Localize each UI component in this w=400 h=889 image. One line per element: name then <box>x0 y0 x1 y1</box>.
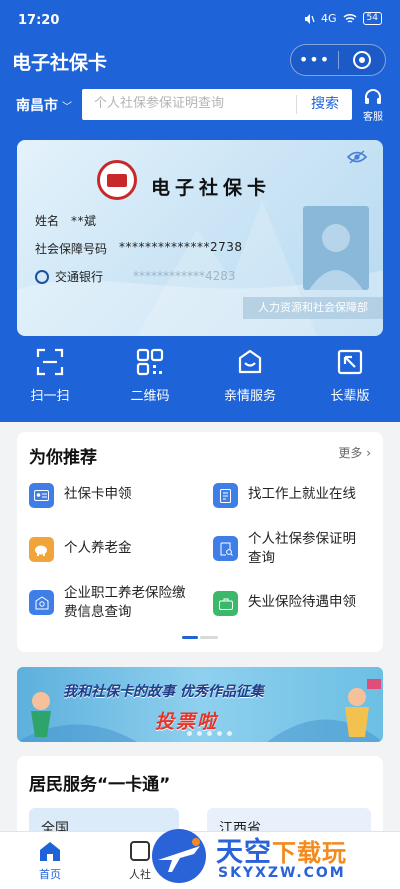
scan-button[interactable]: 扫一扫 <box>0 348 100 404</box>
qrcode-icon <box>136 348 164 376</box>
hero-header: 17:20 4G 54 电子社保卡 ••• 南昌市 ﹀ 搜索 <box>0 0 400 422</box>
eye-icon[interactable] <box>347 150 367 164</box>
page-title: 电子社保卡 <box>12 52 108 74</box>
name-value: **斌 <box>71 214 97 228</box>
recommend-item-label: 个人养老金 <box>64 540 132 556</box>
pension-search-icon <box>29 590 54 615</box>
chevron-down-icon: ﹀ <box>62 101 72 113</box>
card-issuer: 人力资源和社会保障部 <box>243 297 383 319</box>
qrcode-label: 二维码 <box>130 389 170 404</box>
scan-icon <box>36 348 64 376</box>
recommend-title: 为你推荐 <box>29 448 97 468</box>
wifi-icon <box>343 13 357 23</box>
page-indicator <box>182 636 218 639</box>
miniapp-capsule: ••• <box>290 44 386 76</box>
document-icon <box>213 483 238 508</box>
bank-label: 交通银行 <box>55 270 104 284</box>
page-indicator-inactive <box>200 636 218 639</box>
recommend-item-label: 失业保险待遇申领 <box>248 594 356 610</box>
qrcode-button[interactable]: 二维码 <box>100 348 200 404</box>
search-input[interactable] <box>94 96 294 111</box>
family-service-icon <box>238 349 262 374</box>
search-box: 搜索 <box>82 89 352 120</box>
search-divider <box>296 95 297 114</box>
resident-services-title: 居民服务“一卡通” <box>29 775 171 795</box>
family-service-button[interactable]: 亲情服务 <box>200 348 300 404</box>
name-label: 姓名 <box>35 214 60 228</box>
promo-banner[interactable]: 我和社保卡的故事 优秀作品征集 投票啦 <box>17 667 383 742</box>
card-name-row: 姓名 **斌 <box>35 212 97 229</box>
recommend-item[interactable]: 个人社保参保证明查询 <box>213 530 368 568</box>
recommend-item-label: 找工作上就业在线 <box>248 486 356 502</box>
social-security-card[interactable]: 电子社保卡 姓名 **斌 社会保障号码 **************2738 交… <box>17 140 383 336</box>
elder-mode-button[interactable]: 长辈版 <box>300 348 400 404</box>
target-icon <box>352 51 371 69</box>
recommend-more-link[interactable]: 更多 › <box>338 444 371 461</box>
city-label: 南昌市 <box>16 98 58 114</box>
watermark-url: SKYXZW.COM <box>218 865 346 881</box>
mute-icon <box>305 13 315 24</box>
city-selector[interactable]: 南昌市 ﹀ <box>16 95 72 115</box>
recommend-item-label: 社保卡申领 <box>64 486 132 502</box>
battery-icon: 54 <box>362 12 382 25</box>
customer-service-label: 客服 <box>363 112 383 123</box>
bank-number: ************4283 <box>133 269 236 283</box>
banner-indicator <box>187 731 232 736</box>
recommend-item[interactable]: 企业职工养老保险缴费信息查询 <box>29 584 197 622</box>
tab-home-label: 首页 <box>39 868 61 881</box>
hrss-icon <box>130 841 150 861</box>
status-bar: 17:20 4G 54 <box>0 0 400 40</box>
airplane-logo-icon <box>152 829 206 883</box>
card-bank-row: 交通银行 <box>35 268 103 285</box>
elder-mode-label: 长辈版 <box>330 389 370 404</box>
tab-home[interactable]: 首页 <box>15 840 85 882</box>
page-indicator-active <box>182 636 198 639</box>
family-service-label: 亲情服务 <box>223 389 276 404</box>
bank-logo-icon <box>35 269 49 284</box>
national-emblem-icon <box>97 160 137 200</box>
headset-icon <box>365 89 381 104</box>
customer-service-button[interactable]: 客服 <box>360 88 386 123</box>
id-value: **************2738 <box>119 240 243 254</box>
recommend-item[interactable]: 失业保险待遇申领 <box>213 591 378 616</box>
close-miniapp-button[interactable] <box>339 51 385 69</box>
card-id-row: 社会保障号码 **************2738 <box>35 240 243 257</box>
title-bar: 电子社保卡 ••• <box>0 44 400 76</box>
certificate-search-icon <box>213 536 238 561</box>
status-icons: 4G 54 <box>303 12 382 25</box>
tab-hrss-label: 人社 <box>129 868 151 881</box>
elder-mode-icon <box>337 349 363 375</box>
home-icon <box>40 842 60 861</box>
site-watermark: 天空下载玩 SKYXZW.COM <box>150 822 400 889</box>
recommend-item[interactable]: 个人养老金 <box>29 537 189 562</box>
recommend-item[interactable]: 找工作上就业在线 <box>213 483 378 508</box>
search-button[interactable]: 搜索 <box>298 89 352 120</box>
quick-actions: 扫一扫 二维码 亲情服务 长辈版 <box>0 348 400 404</box>
recommend-item-label: 企业职工养老保险缴费信息查询 <box>64 585 186 620</box>
id-label: 社会保障号码 <box>35 242 108 256</box>
recommend-panel: 为你推荐 更多 › 社保卡申领 找工作上就业在线 个人养老金 个人社保参保证明查… <box>17 432 383 652</box>
watermark-title: 天空下载玩 <box>216 837 347 868</box>
id-card-icon <box>29 483 54 508</box>
banner-headline: 我和社保卡的故事 优秀作品征集 <box>63 684 264 700</box>
network-badge: 4G <box>321 12 337 25</box>
scan-label: 扫一扫 <box>30 389 70 404</box>
banner-vote-text: 投票啦 <box>155 711 219 733</box>
briefcase-icon <box>213 591 238 616</box>
recommend-item-label: 个人社保参保证明查询 <box>248 531 356 566</box>
recommend-item[interactable]: 社保卡申领 <box>29 483 189 508</box>
status-time: 17:20 <box>18 13 60 28</box>
portrait-placeholder-icon <box>303 206 369 290</box>
card-title: 电子社保卡 <box>151 177 272 199</box>
piggy-bank-icon <box>29 537 54 562</box>
more-menu-button[interactable]: ••• <box>291 46 338 74</box>
search-row: 南昌市 ﹀ 搜索 客服 <box>0 88 400 123</box>
